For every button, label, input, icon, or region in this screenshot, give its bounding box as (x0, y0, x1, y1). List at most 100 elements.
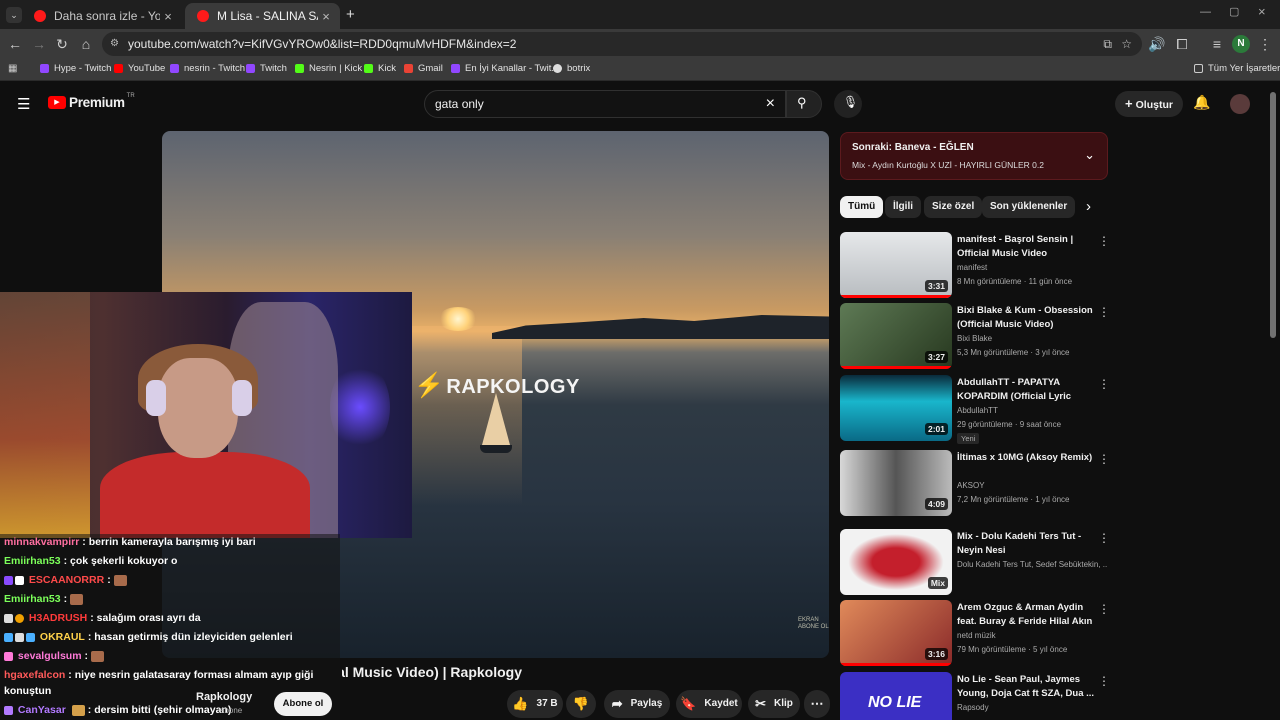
apps-grid-icon[interactable]: ▦ (8, 63, 17, 74)
extensions-icon[interactable]: ⧠ (1173, 35, 1191, 53)
notifications-bell-icon[interactable]: 🔔 (1193, 94, 1210, 111)
chat-message: Emiirhan53: (4, 592, 84, 606)
bookmark-twitch[interactable]: Twitch (246, 63, 287, 74)
maximize-icon[interactable]: ▢ (1229, 5, 1239, 18)
rec-menu-icon[interactable]: ⋮ (1098, 234, 1110, 248)
chat-username: Emiirhan53 (4, 593, 61, 605)
twitch-icon (451, 64, 460, 73)
chevron-right-icon[interactable]: › (1086, 198, 1091, 215)
channel-avatar[interactable] (162, 690, 188, 716)
bookmark-youtube[interactable]: YouTube (114, 63, 165, 74)
browser-menu-icon[interactable]: ⋮ (1256, 35, 1274, 53)
rec-menu-icon[interactable]: ⋮ (1098, 674, 1110, 688)
tab-watch-later[interactable]: Daha sonra izle - YouTube × (22, 3, 182, 29)
video-thumbnail[interactable]: NO LIE (840, 672, 952, 720)
minimize-icon[interactable]: — (1200, 6, 1211, 18)
dislike-button[interactable]: 👎 (566, 690, 596, 718)
search-input[interactable]: gata only × (424, 90, 786, 118)
create-button[interactable]: + Oluştur (1115, 91, 1183, 117)
rec-stats: 7,2 Mn görüntüleme · 1 yıl önce (957, 495, 1070, 504)
recommendation-item[interactable]: 3:31 manifest - Başrol Sensin | Official… (840, 232, 1110, 302)
subscribe-watermark[interactable]: EKRAN ABONE OL (798, 617, 829, 631)
back-icon[interactable]: ← (6, 35, 24, 53)
gmail-icon (404, 64, 413, 73)
bookmark-nesrin-kick[interactable]: Nesrin | Kick (295, 63, 362, 74)
forward-icon[interactable]: → (30, 35, 48, 53)
chat-badge-icon (15, 613, 24, 623)
kick-icon (364, 64, 373, 73)
subscribe-button[interactable]: Abone ol (274, 692, 332, 716)
bookmark-botrix[interactable]: botrix (553, 63, 590, 74)
profile-avatar[interactable]: N (1232, 35, 1250, 53)
video-thumbnail[interactable]: 3:27 (840, 303, 952, 369)
close-window-icon[interactable]: × (1258, 4, 1266, 19)
chat-username: minnakvampirr (4, 536, 80, 548)
all-bookmarks[interactable]: Tüm Yer İşaretleri (1194, 63, 1280, 74)
chip-related[interactable]: İlgili (885, 196, 921, 218)
site-info-icon[interactable]: ⚙ (110, 32, 119, 56)
youtube-logo[interactable]: ▶ Premium TR (48, 93, 135, 110)
media-control-icon[interactable]: ≡ (1208, 35, 1226, 53)
share-button[interactable]: ➦ Paylaş (604, 690, 670, 718)
chat-emote-icon (71, 704, 85, 716)
chip-recent[interactable]: Son yüklenenler (982, 196, 1076, 218)
rec-menu-icon[interactable]: ⋮ (1098, 531, 1110, 545)
search-icon: ⚲ (797, 95, 807, 110)
video-thumbnail[interactable]: 2:01 (840, 375, 952, 441)
like-button[interactable]: 👍 37 B (507, 690, 563, 718)
tab-current-video[interactable]: M Lisa - SALINA SALINA (Offici × (185, 3, 340, 29)
up-next-panel[interactable]: Sonraki: Baneva - EĞLEN Mix - Aydın Kurt… (840, 132, 1108, 180)
thumbs-up-icon: 👍 (512, 696, 529, 711)
chat-username: hgaxefalcon (4, 669, 66, 681)
channel-name[interactable]: Rapkology (196, 691, 252, 703)
clear-search-icon[interactable]: × (766, 91, 775, 117)
video-thumbnail[interactable]: 4:09 (840, 450, 952, 516)
chevron-down-icon[interactable]: ⌄ (1084, 147, 1095, 163)
close-tab-icon[interactable]: × (160, 9, 176, 24)
bookmark-gmail[interactable]: Gmail (404, 63, 443, 74)
video-thumbnail[interactable]: 3:16 (840, 600, 952, 666)
rec-stats: 5,3 Mn görüntüleme · 3 yıl önce (957, 348, 1070, 357)
account-avatar[interactable] (1230, 94, 1250, 114)
audio-playing-icon[interactable]: 🔊 (1148, 35, 1166, 53)
recommendation-item[interactable]: NO LIE No Lie - Sean Paul, Jaymes Young,… (840, 672, 1110, 720)
video-thumbnail[interactable]: Mix (840, 529, 952, 595)
page-scrollbar[interactable] (1270, 92, 1276, 338)
clip-button[interactable]: ✂ Klip (748, 690, 800, 718)
bookmark-nesrin-twitch[interactable]: nesrin - Twitch (170, 63, 245, 74)
rec-menu-icon[interactable]: ⋮ (1098, 305, 1110, 319)
bookmark-hype-twitch[interactable]: Hype - Twitch (40, 63, 111, 74)
home-icon[interactable]: ⌂ (77, 35, 95, 53)
voice-search-button[interactable]: 🎙 (834, 90, 862, 118)
recommendation-item[interactable]: 2:01 AbdullahTT - PAPATYA KOPARDIM (Offi… (840, 375, 1110, 445)
hamburger-menu-icon[interactable]: ☰ (17, 95, 30, 113)
twitch-icon (40, 64, 49, 73)
up-next-subtitle: Mix - Aydın Kurtoğlu X UZİ - HAYIRLI GÜN… (852, 160, 1044, 170)
save-button[interactable]: 🔖 Kaydet (676, 690, 742, 718)
chip-for-you[interactable]: Size özel (924, 196, 983, 218)
recommendation-item[interactable]: 3:16 Arem Ozguc & Arman Aydin feat. Bura… (840, 600, 1110, 670)
bookmark-kick[interactable]: Kick (364, 63, 396, 74)
search-button[interactable]: ⚲ (786, 90, 822, 118)
chat-emote-icon (91, 650, 105, 662)
video-thumbnail[interactable]: 3:31 (840, 232, 952, 298)
recommendation-item[interactable]: 4:09 İltimas x 10MG (Aksoy Remix) AKSOY … (840, 450, 1110, 520)
rec-menu-icon[interactable]: ⋮ (1098, 602, 1110, 616)
rec-channel: netd müzik (957, 631, 996, 640)
close-tab-icon[interactable]: × (318, 9, 334, 24)
more-actions-button[interactable]: ⋯ (804, 690, 830, 718)
rec-menu-icon[interactable]: ⋮ (1098, 377, 1110, 391)
reload-icon[interactable]: ↻ (53, 35, 71, 53)
duration-badge: 3:16 (924, 648, 948, 660)
youtube-play-icon: ▶ (48, 96, 66, 109)
address-bar[interactable]: ⚙ youtube.com/watch?v=KifVGvYROw0&list=R… (102, 32, 1142, 56)
bookmark-star-icon[interactable]: ☆ (1121, 32, 1132, 56)
chip-all[interactable]: Tümü (840, 196, 884, 218)
bookmark-best-channels[interactable]: En İyi Kanallar - Twit... (451, 63, 559, 74)
new-tab-icon[interactable]: + (346, 6, 355, 23)
install-app-icon[interactable]: ⧉ (1103, 32, 1112, 56)
tab-search-icon[interactable]: ⌄ (6, 7, 22, 23)
recommendation-item[interactable]: Mix Mix - Dolu Kadehi Ters Tut - Neyin N… (840, 529, 1110, 599)
recommendation-item[interactable]: 3:27 Bixi Blake & Kum - Obsession (Offic… (840, 303, 1110, 373)
rec-menu-icon[interactable]: ⋮ (1098, 452, 1110, 466)
